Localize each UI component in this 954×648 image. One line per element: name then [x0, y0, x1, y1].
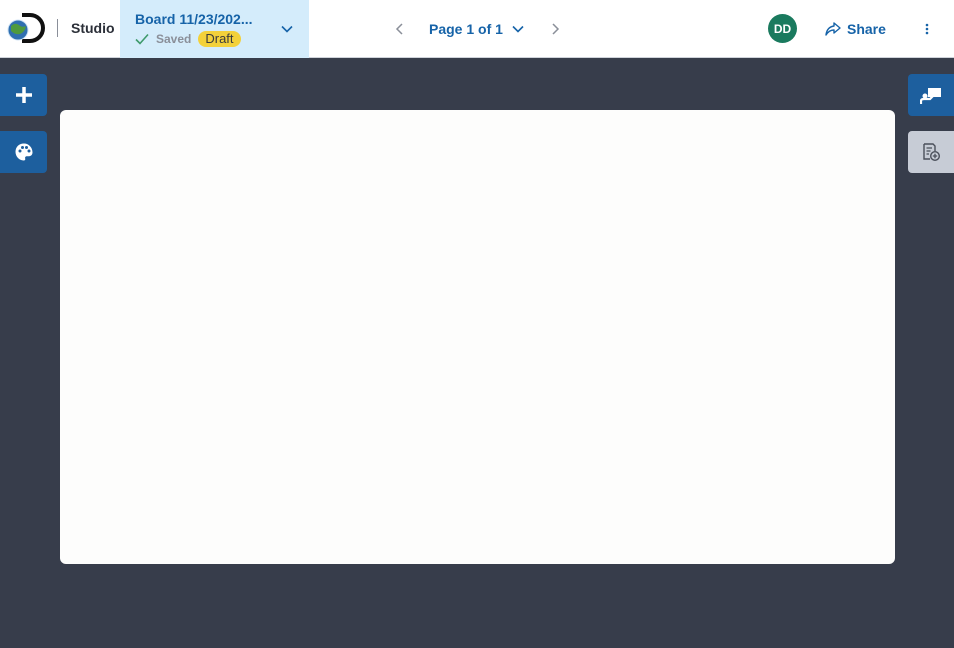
save-status: Saved	[156, 32, 192, 46]
board-selector[interactable]: Board 11/23/202... Saved Draft	[120, 0, 309, 58]
page-navigation: Page 1 of 1	[393, 18, 562, 40]
board-title: Board 11/23/202...	[135, 11, 253, 27]
top-bar: Studio Board 11/23/202... Saved Draft Pa…	[0, 0, 954, 58]
add-element-button[interactable]	[0, 74, 47, 116]
draft-badge: Draft	[198, 31, 241, 47]
chevron-right-icon[interactable]	[548, 22, 562, 36]
add-page-button[interactable]	[908, 131, 954, 173]
more-vertical-icon[interactable]	[922, 21, 932, 37]
discovery-logo-icon[interactable]	[6, 13, 50, 43]
app-name: Studio	[71, 20, 115, 36]
theme-palette-button[interactable]	[0, 131, 47, 173]
presenter-icon	[920, 88, 941, 104]
plus-icon	[15, 87, 32, 103]
chevron-down-icon[interactable]	[280, 22, 294, 36]
palette-icon	[15, 143, 32, 161]
page-indicator[interactable]: Page 1 of 1	[429, 21, 503, 37]
user-avatar[interactable]: DD	[768, 14, 797, 43]
add-page-icon	[923, 143, 941, 162]
share-label: Share	[847, 21, 886, 37]
logo-divider	[57, 19, 58, 37]
check-icon	[135, 33, 149, 45]
save-status-row: Saved Draft	[135, 31, 241, 47]
chevron-down-icon[interactable]	[511, 22, 525, 36]
share-arrow-icon	[825, 22, 841, 36]
board-canvas[interactable]	[60, 110, 895, 564]
presenter-button[interactable]	[908, 74, 954, 116]
share-button[interactable]: Share	[825, 19, 886, 39]
chevron-left-icon[interactable]	[393, 22, 407, 36]
